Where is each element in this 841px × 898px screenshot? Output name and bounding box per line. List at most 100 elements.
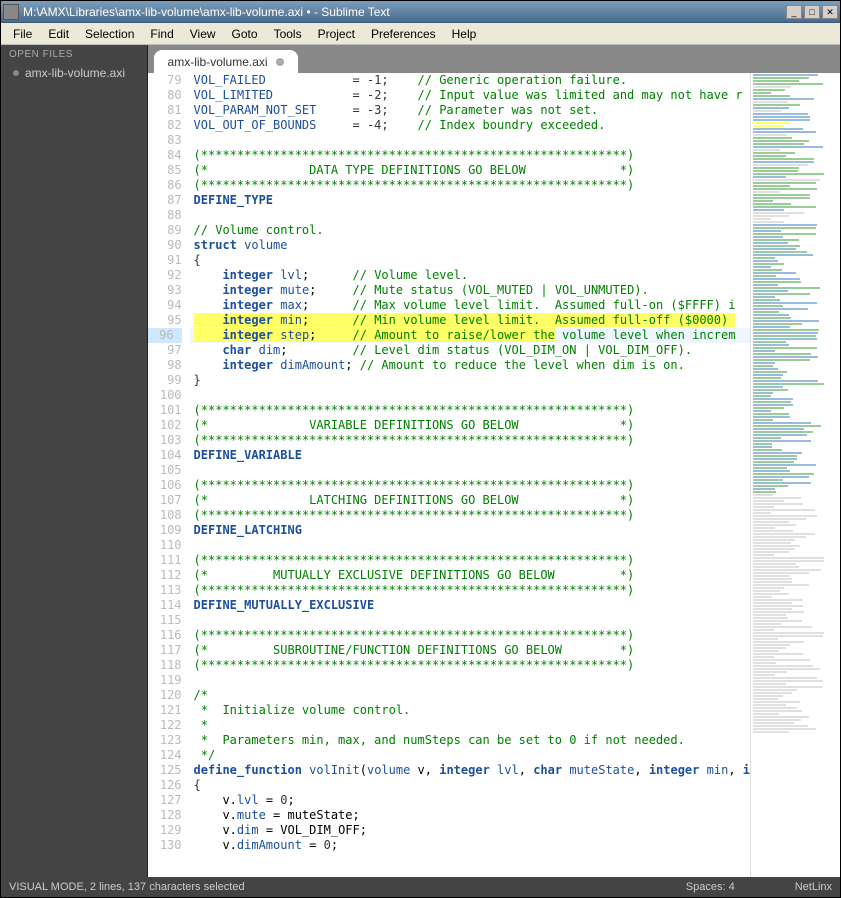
code-line[interactable]: integer max; // Max volume level limit. … [190, 298, 750, 313]
code-line[interactable]: * Parameters min, max, and numSteps can … [190, 733, 750, 748]
menu-find[interactable]: Find [142, 25, 181, 43]
line-number[interactable]: 99 [148, 373, 182, 388]
line-number[interactable]: 82 [148, 118, 182, 133]
line-number[interactable]: 84 [148, 148, 182, 163]
line-number[interactable]: 101 [148, 403, 182, 418]
code-line[interactable]: define_function volInit(volume v, intege… [190, 763, 750, 778]
close-button[interactable]: ✕ [822, 5, 838, 19]
code-line[interactable]: */ [190, 748, 750, 763]
menu-edit[interactable]: Edit [40, 25, 77, 43]
minimize-button[interactable]: _ [786, 5, 802, 19]
code-line[interactable]: struct volume [190, 238, 750, 253]
line-number[interactable]: 125 [148, 763, 182, 778]
code-line[interactable]: VOL_LIMITED = -2; // Input value was lim… [190, 88, 750, 103]
line-number[interactable]: 92 [148, 268, 182, 283]
code-line[interactable]: (***************************************… [190, 478, 750, 493]
code-line[interactable]: integer lvl; // Volume level. [190, 268, 750, 283]
code-line[interactable]: v.dimAmount = 0; [190, 838, 750, 853]
code-line[interactable]: (* MUTUALLY EXCLUSIVE DEFINITIONS GO BEL… [190, 568, 750, 583]
code-line[interactable]: integer step; // Amount to raise/lower t… [190, 328, 750, 343]
line-number[interactable]: 122 [148, 718, 182, 733]
menu-preferences[interactable]: Preferences [363, 25, 444, 43]
code-line[interactable] [190, 538, 750, 553]
code-line[interactable]: * Initialize volume control. [190, 703, 750, 718]
status-syntax[interactable]: NetLinx [795, 881, 832, 893]
line-number[interactable]: 116 [148, 628, 182, 643]
line-number[interactable]: 104 [148, 448, 182, 463]
code-line[interactable] [190, 388, 750, 403]
code-line[interactable]: DEFINE_TYPE [190, 193, 750, 208]
line-number[interactable]: 130 [148, 838, 182, 853]
line-number[interactable]: 118 [148, 658, 182, 673]
line-number[interactable]: 107 [148, 493, 182, 508]
line-number[interactable]: 79 [148, 73, 182, 88]
line-number[interactable]: 85 [148, 163, 182, 178]
code-line[interactable]: (***************************************… [190, 433, 750, 448]
line-number[interactable]: 114 [148, 598, 182, 613]
code-line[interactable]: DEFINE_MUTUALLY_EXCLUSIVE [190, 598, 750, 613]
code-line[interactable]: (* DATA TYPE DEFINITIONS GO BELOW *) [190, 163, 750, 178]
menu-project[interactable]: Project [310, 25, 363, 43]
line-number[interactable]: 94 [148, 298, 182, 313]
line-number[interactable]: 129 [148, 823, 182, 838]
code-line[interactable]: (***************************************… [190, 403, 750, 418]
line-number[interactable]: 93 [148, 283, 182, 298]
line-number[interactable]: 120 [148, 688, 182, 703]
code-line[interactable]: VOL_PARAM_NOT_SET = -3; // Parameter was… [190, 103, 750, 118]
line-number[interactable]: 88 [148, 208, 182, 223]
line-number[interactable]: 128 [148, 808, 182, 823]
code-line[interactable]: (***************************************… [190, 658, 750, 673]
minimap[interactable] [750, 73, 840, 877]
maximize-button[interactable]: □ [804, 5, 820, 19]
code-line[interactable]: integer dimAmount; // Amount to reduce t… [190, 358, 750, 373]
line-number[interactable]: 126 [148, 778, 182, 793]
code-line[interactable]: (***************************************… [190, 508, 750, 523]
line-number[interactable]: 89 [148, 223, 182, 238]
line-number[interactable]: 100 [148, 388, 182, 403]
titlebar[interactable]: M:\AMX\Libraries\amx-lib-volume\amx-lib-… [1, 1, 840, 23]
line-number[interactable]: 105 [148, 463, 182, 478]
line-number[interactable]: 80 [148, 88, 182, 103]
line-number[interactable]: 90 [148, 238, 182, 253]
code-line[interactable]: (***************************************… [190, 583, 750, 598]
code-line[interactable]: v.dim = VOL_DIM_OFF; [190, 823, 750, 838]
line-number[interactable]: 112 [148, 568, 182, 583]
status-spaces[interactable]: Spaces: 4 [686, 881, 735, 893]
code-line[interactable]: v.mute = muteState; [190, 808, 750, 823]
line-number[interactable]: 86 [148, 178, 182, 193]
line-number[interactable]: 103 [148, 433, 182, 448]
sidebar-item[interactable]: amx-lib-volume.axi [1, 64, 147, 82]
menu-help[interactable]: Help [444, 25, 485, 43]
code-line[interactable]: } [190, 373, 750, 388]
code-line[interactable]: (* SUBROUTINE/FUNCTION DEFINITIONS GO BE… [190, 643, 750, 658]
code-line[interactable]: (***************************************… [190, 553, 750, 568]
line-number[interactable]: 97 [148, 343, 182, 358]
code-line[interactable]: integer mute; // Mute status (VOL_MUTED … [190, 283, 750, 298]
line-number[interactable]: 124 [148, 748, 182, 763]
line-number[interactable]: 111 [148, 553, 182, 568]
menu-selection[interactable]: Selection [77, 25, 142, 43]
line-number[interactable]: 115 [148, 613, 182, 628]
code-line[interactable]: VOL_FAILED = -1; // Generic operation fa… [190, 73, 750, 88]
tab-bar[interactable]: amx-lib-volume.axi [148, 45, 840, 73]
code-line[interactable] [190, 463, 750, 478]
code-line[interactable]: (* LATCHING DEFINITIONS GO BELOW *) [190, 493, 750, 508]
code-line[interactable] [190, 673, 750, 688]
line-number[interactable]: 91 [148, 253, 182, 268]
code-line[interactable] [190, 208, 750, 223]
line-number[interactable]: 106 [148, 478, 182, 493]
code-line[interactable]: { [190, 778, 750, 793]
line-number[interactable]: 117 [148, 643, 182, 658]
code-line[interactable] [190, 133, 750, 148]
line-number[interactable]: 102 [148, 418, 182, 433]
code-line[interactable]: * [190, 718, 750, 733]
status-bar[interactable]: VISUAL MODE, 2 lines, 137 characters sel… [1, 877, 840, 897]
code-line[interactable]: char dim; // Level dim status (VOL_DIM_O… [190, 343, 750, 358]
menu-tools[interactable]: Tools [266, 25, 310, 43]
code-line[interactable]: VOL_OUT_OF_BOUNDS = -4; // Index boundry… [190, 118, 750, 133]
code-line[interactable]: (***************************************… [190, 178, 750, 193]
menu-file[interactable]: File [5, 25, 40, 43]
line-number[interactable]: 121 [148, 703, 182, 718]
line-number[interactable]: 81 [148, 103, 182, 118]
line-number[interactable]: 119 [148, 673, 182, 688]
